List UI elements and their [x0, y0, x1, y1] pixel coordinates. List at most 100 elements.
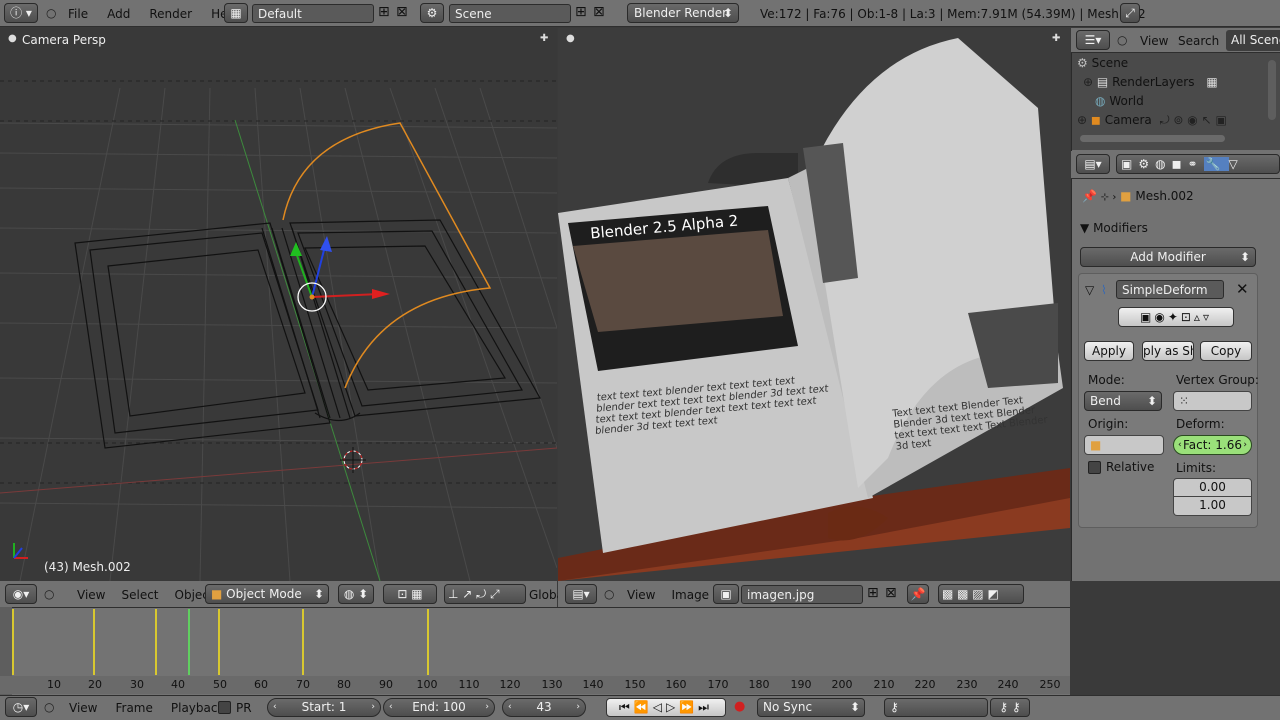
- end-frame-field[interactable]: ‹ End: 100 ›: [383, 698, 495, 717]
- pin-image-icon[interactable]: 📌: [907, 584, 929, 604]
- limit-high-field[interactable]: 1.00: [1173, 497, 1252, 516]
- outliner-menu-search[interactable]: Search: [1178, 34, 1219, 48]
- outliner-collapse-icon[interactable]: ○: [1117, 33, 1127, 47]
- vertex-group-field[interactable]: ⁙: [1173, 391, 1252, 411]
- editor-type-outliner-button[interactable]: ☰▾: [1076, 30, 1110, 50]
- shading-select[interactable]: ◍ ⬍: [338, 584, 374, 604]
- scene-icon[interactable]: ⚙: [420, 3, 444, 23]
- manipulator-buttons[interactable]: ⊥ ↗ ⤾ ⤢: [444, 584, 526, 604]
- editor-type-timeline-button[interactable]: ◷▾: [5, 697, 37, 717]
- context-tabs[interactable]: ▣⚙◍◼⚭ 🔧 ▽: [1116, 154, 1280, 174]
- editor-type-properties-button[interactable]: ▤▾: [1076, 154, 1110, 174]
- editor-type-info-button[interactable]: ⓘ ▾: [4, 3, 38, 23]
- menu-file[interactable]: File: [68, 7, 88, 21]
- left-page-text: text text text blender text text text te…: [590, 372, 832, 534]
- limit-low-field[interactable]: 0.00: [1173, 478, 1252, 497]
- playback-controls[interactable]: ⏮⏪◁▷⏩⏭: [606, 698, 726, 717]
- unlink-image-icon[interactable]: ⊠: [885, 585, 897, 601]
- main-menu: File Add Render Help: [68, 7, 238, 21]
- timeline-collapse-icon[interactable]: ○: [44, 700, 54, 714]
- modifier-name-field[interactable]: SimpleDeform: [1116, 280, 1224, 299]
- timeline-menu-view[interactable]: View: [69, 701, 97, 715]
- keyframe-marker[interactable]: [155, 609, 157, 675]
- outliner-vscrollbar[interactable]: [1268, 60, 1276, 120]
- image-menu-view[interactable]: View: [627, 588, 655, 602]
- keyframe-marker[interactable]: [302, 609, 304, 675]
- outliner-item-camera[interactable]: ⊕ ◼ Camera ⤾ ⊚ ◉ ↖ ▣: [1075, 111, 1265, 130]
- preview-range-checkbox[interactable]: [218, 701, 231, 714]
- viewport-menu-dot-icon[interactable]: ●: [8, 33, 17, 44]
- header-collapse-icon[interactable]: ○: [44, 587, 54, 601]
- 3d-viewport[interactable]: ● Camera Persp ✚ (43) Mesh.002: [0, 28, 557, 581]
- image-editor-dot-icon[interactable]: ●: [566, 33, 575, 44]
- add-modifier-button[interactable]: Add Modifier ⬍: [1080, 247, 1256, 267]
- editor-type-3d-button[interactable]: ◉▾: [5, 584, 37, 604]
- origin-field[interactable]: ■: [1084, 435, 1164, 455]
- modifier-display-toggles[interactable]: ▣◉✦⊡▵▿: [1118, 307, 1234, 327]
- image-draw-mode-icons[interactable]: ▩ ▩ ▨ ◩: [938, 584, 1024, 604]
- menu-view[interactable]: View: [77, 588, 105, 602]
- keyframe-marker[interactable]: [12, 609, 14, 675]
- timeline-menu-frame[interactable]: Frame: [115, 701, 152, 715]
- image-menu-image[interactable]: Image: [671, 588, 709, 602]
- outliner-menu-view[interactable]: View: [1140, 34, 1168, 48]
- editor-type-image-button[interactable]: ▤▾: [565, 584, 597, 604]
- remove-scene-icon[interactable]: ⊠: [593, 4, 605, 20]
- apply-as-shape-button[interactable]: ply as Sha: [1142, 341, 1194, 361]
- deform-factor-slider[interactable]: ‹ Fact: 1.66 ›: [1173, 435, 1252, 455]
- image-browse-icon[interactable]: ▣: [713, 584, 739, 604]
- outliner-display-mode[interactable]: All Scene: [1226, 30, 1280, 51]
- add-scene-icon[interactable]: ⊞: [575, 4, 587, 20]
- image-editor[interactable]: Blender 2.5 Alpha 2 text text text blend…: [558, 28, 1070, 581]
- timeline-menu-playback[interactable]: Playback: [171, 701, 225, 715]
- outliner-item-scene[interactable]: ⚙ Scene: [1075, 54, 1265, 73]
- record-icon[interactable]: ●: [734, 699, 745, 714]
- apply-button[interactable]: Apply: [1084, 341, 1134, 361]
- modifier-expand-icon[interactable]: ▽: [1085, 283, 1094, 297]
- scene-field[interactable]: Scene: [449, 4, 571, 23]
- screen-layout-icon[interactable]: ▦: [224, 3, 248, 23]
- timeline-tick: 240: [997, 678, 1019, 691]
- render-engine-select[interactable]: Blender Render ⬍: [627, 3, 739, 23]
- add-image-icon[interactable]: ⊞: [867, 585, 879, 601]
- timeline-tick: 90: [379, 678, 393, 691]
- add-layout-icon[interactable]: ⊞: [378, 4, 390, 20]
- end-frame-value: End: 100: [412, 700, 466, 714]
- render-engine-label: Blender Render: [634, 6, 728, 20]
- remove-modifier-icon[interactable]: ✕: [1236, 280, 1249, 298]
- mode-select[interactable]: Bend ⬍: [1084, 391, 1162, 411]
- outliner-item-renderlayers[interactable]: ⊕ ▤ RenderLayers ▦: [1075, 73, 1265, 92]
- menu-select[interactable]: Select: [121, 588, 158, 602]
- viewport-corner-icon[interactable]: ✚: [540, 33, 548, 44]
- image-header-collapse-icon[interactable]: ○: [604, 587, 614, 601]
- keyframe-insert-buttons[interactable]: ⚷ ⚷: [990, 698, 1030, 717]
- keying-set-field[interactable]: ⚷: [884, 698, 988, 717]
- image-name-field[interactable]: imagen.jpg: [741, 585, 863, 604]
- keyframe-marker[interactable]: [93, 609, 95, 675]
- current-frame-field[interactable]: ‹ 43 ›: [502, 698, 586, 717]
- keyframe-marker[interactable]: [218, 609, 220, 675]
- collapse-dot-icon[interactable]: ○: [46, 6, 56, 20]
- menu-add[interactable]: Add: [107, 7, 130, 21]
- remove-layout-icon[interactable]: ⊠: [396, 4, 408, 20]
- keyframe-marker[interactable]: [427, 609, 429, 675]
- layout-field[interactable]: Default: [252, 4, 374, 23]
- timeline-tick: 120: [499, 678, 521, 691]
- outliner-hscrollbar[interactable]: [1080, 135, 1225, 142]
- pin-icon[interactable]: 📌: [1082, 189, 1097, 203]
- pivot-select[interactable]: ⊡ ▦: [383, 584, 437, 604]
- current-frame-line[interactable]: [188, 609, 190, 675]
- outliner-item-world[interactable]: ◍ World: [1075, 92, 1265, 111]
- menu-render[interactable]: Render: [149, 7, 192, 21]
- modifiers-section-header[interactable]: ▼ Modifiers: [1080, 221, 1148, 235]
- fullscreen-icon[interactable]: ⤢: [1120, 3, 1140, 23]
- image-editor-corner-icon[interactable]: ✚: [1052, 33, 1060, 44]
- timeline-tick: 60: [254, 678, 268, 691]
- interaction-mode-select[interactable]: ■ Object Mode ⬍: [205, 584, 329, 604]
- start-frame-field[interactable]: ‹ Start: 1 ›: [267, 698, 381, 717]
- copy-button[interactable]: Copy: [1200, 341, 1252, 361]
- timeline-tick: 50: [213, 678, 227, 691]
- sync-mode-select[interactable]: No Sync ⬍: [757, 698, 865, 717]
- relative-label: Relative: [1106, 460, 1155, 474]
- relative-checkbox[interactable]: [1088, 461, 1101, 474]
